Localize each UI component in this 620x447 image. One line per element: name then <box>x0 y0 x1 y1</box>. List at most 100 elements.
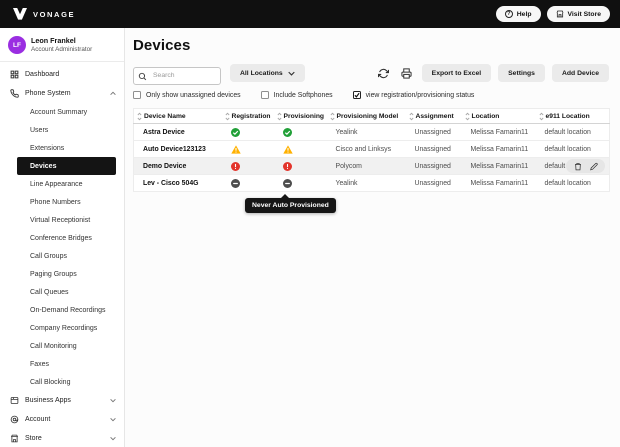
sidebar-item-business-apps[interactable]: Business Apps <box>0 391 124 410</box>
provisioning-model-cell: Cisco and Linksys <box>327 141 406 158</box>
checkbox-box-checked <box>353 91 361 99</box>
sidebar-item-dashboard[interactable]: Dashboard <box>0 65 124 84</box>
brand-name: VONAGE <box>33 10 75 19</box>
sidebar-item-faxes[interactable]: Faxes <box>17 355 116 373</box>
sidebar-item-on-demand-recordings[interactable]: On-Demand Recordings <box>17 301 116 319</box>
location-cell: Melissa Famarin11 <box>462 158 536 175</box>
checkbox-box <box>133 91 141 99</box>
status-error-icon <box>283 162 292 171</box>
dashboard-icon <box>10 70 19 79</box>
search-icon <box>138 68 147 86</box>
sidebar-item-line-appearance[interactable]: Line Appearance <box>17 175 116 193</box>
business-apps-icon <box>10 396 19 405</box>
column-header-device-name[interactable]: Device Name <box>134 109 222 124</box>
provisioning-model-cell: Yealink <box>327 124 406 141</box>
help-label: Help <box>517 11 532 18</box>
status-warning-icon <box>231 145 241 154</box>
sort-icon <box>330 112 335 121</box>
chevron-down-icon <box>288 71 295 76</box>
vonage-v-icon <box>13 8 27 20</box>
checkbox-label: Only show unassigned devices <box>146 92 241 99</box>
sidebar-item-paging-groups[interactable]: Paging Groups <box>17 265 116 283</box>
device-name-cell: Astra Device <box>134 124 222 141</box>
status-warning-icon <box>283 145 293 154</box>
sidebar-item-users[interactable]: Users <box>17 121 116 139</box>
e911-location-cell: default location <box>536 175 610 192</box>
delete-device-button[interactable] <box>573 162 582 171</box>
sort-icon <box>225 112 230 121</box>
device-name-cell: Lev - Cisco 504G <box>134 175 222 192</box>
assignment-cell: Unassigned <box>406 141 462 158</box>
settings-label: Settings <box>508 70 535 77</box>
provisioning-model-cell: Yealink <box>327 175 406 192</box>
sidebar-item-virtual-receptionist[interactable]: Virtual Receptionist <box>17 211 116 229</box>
chevron-down-icon <box>110 436 116 441</box>
table-row[interactable]: Auto Device123123 Cisco and Linksys Unas… <box>134 141 610 158</box>
sidebar-item-label: Business Apps <box>25 397 71 404</box>
column-header-provisioning-model[interactable]: Provisioning Model <box>327 109 406 124</box>
column-header-location[interactable]: Location <box>462 109 536 124</box>
column-header-provisioning[interactable]: Provisioning <box>274 109 327 124</box>
sidebar-item-label: Account <box>25 416 50 423</box>
status-never-provisioned-icon <box>283 179 292 188</box>
refresh-button[interactable] <box>376 65 392 81</box>
location-cell: Melissa Famarin11 <box>462 141 536 158</box>
print-button[interactable] <box>399 65 415 81</box>
row-actions <box>566 159 605 173</box>
status-success-icon <box>231 128 240 137</box>
printer-icon <box>401 68 412 79</box>
column-header-registration[interactable]: Registration <box>222 109 274 124</box>
add-device-label: Add Device <box>562 70 599 77</box>
sidebar-item-extensions[interactable]: Extensions <box>17 139 116 157</box>
chevron-down-icon <box>110 398 116 403</box>
sidebar-item-call-monitoring[interactable]: Call Monitoring <box>17 337 116 355</box>
add-device-button[interactable]: Add Device <box>552 64 609 82</box>
help-button[interactable]: ? Help <box>496 6 541 22</box>
column-header-assignment[interactable]: Assignment <box>406 109 462 124</box>
checkbox-only-unassigned[interactable]: Only show unassigned devices <box>133 91 241 99</box>
check-icon <box>354 92 360 98</box>
sort-icon <box>409 112 414 121</box>
sidebar-item-conference-bridges[interactable]: Conference Bridges <box>17 229 116 247</box>
table-row[interactable]: Demo Device Polycom Unassigned Melissa F… <box>134 158 610 175</box>
device-name-cell: Auto Device123123 <box>134 141 222 158</box>
trash-icon <box>574 162 582 171</box>
sidebar-item-company-recordings[interactable]: Company Recordings <box>17 319 116 337</box>
status-never-provisioned-icon <box>231 179 240 188</box>
settings-button[interactable]: Settings <box>498 64 545 82</box>
sidebar-item-phone-system[interactable]: Phone System <box>0 84 124 103</box>
sidebar-item-account-summary[interactable]: Account Summary <box>17 103 116 121</box>
assignment-cell: Unassigned <box>406 158 462 175</box>
status-error-icon <box>231 162 240 171</box>
account-icon <box>10 415 19 424</box>
table-row[interactable]: Lev - Cisco 504G Yealink Unassigned Meli… <box>134 175 610 192</box>
location-filter-dropdown[interactable]: All Locations <box>230 64 305 82</box>
refresh-icon <box>378 68 389 79</box>
sidebar-item-call-groups[interactable]: Call Groups <box>17 247 116 265</box>
visit-store-button[interactable]: Visit Store <box>547 6 611 22</box>
checkbox-include-softphones[interactable]: Include Softphones <box>261 91 333 99</box>
sidebar-item-label: Store <box>25 435 42 442</box>
export-label: Export to Excel <box>432 70 481 77</box>
chevron-down-icon <box>110 417 116 422</box>
devices-table: Device Name Registration Provisioning Pr… <box>133 108 609 192</box>
sidebar-item-call-queues[interactable]: Call Queues <box>17 283 116 301</box>
sort-icon <box>277 112 282 121</box>
sidebar-item-phone-numbers[interactable]: Phone Numbers <box>17 193 116 211</box>
user-menu[interactable]: LF Leon Frankel Account Administrator <box>0 35 124 62</box>
column-header-e911-location[interactable]: e911 Location <box>536 109 610 124</box>
user-role: Account Administrator <box>31 46 92 54</box>
filter-checkboxes: Only show unassigned devices Include Sof… <box>133 90 609 100</box>
export-to-excel-button[interactable]: Export to Excel <box>422 64 491 82</box>
sidebar-item-store[interactable]: Store <box>0 429 124 447</box>
checkbox-view-registration-status[interactable]: view registration/provisioning status <box>353 91 475 99</box>
sort-icon <box>137 112 142 121</box>
sort-icon <box>539 112 544 121</box>
toolbar: All Locations Export to Excel <box>133 64 609 82</box>
edit-device-button[interactable] <box>589 162 598 171</box>
table-row[interactable]: Astra Device Yealink Unassigned Melissa … <box>134 124 610 141</box>
sidebar-item-devices[interactable]: Devices <box>17 157 116 175</box>
sidebar-item-call-blocking[interactable]: Call Blocking <box>17 373 116 391</box>
phone-icon <box>10 89 19 98</box>
sidebar-item-account[interactable]: Account <box>0 410 124 429</box>
